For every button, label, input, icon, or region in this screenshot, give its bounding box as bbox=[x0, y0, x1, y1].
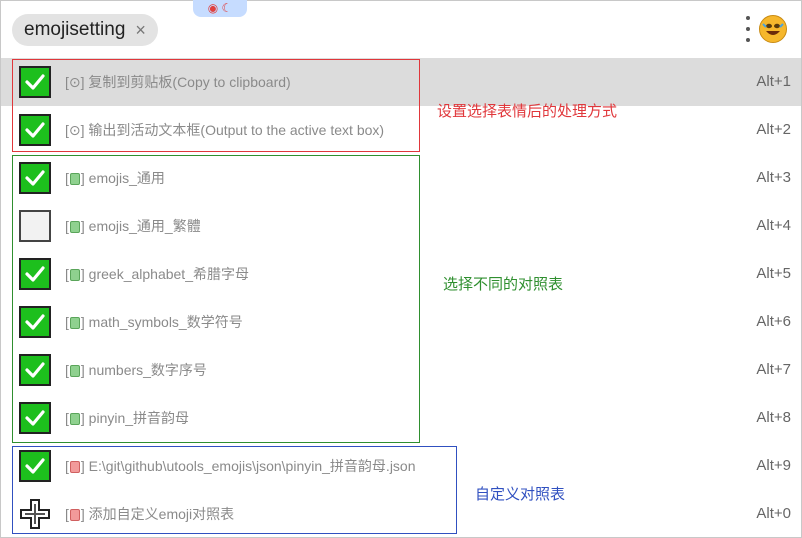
shortcut-hint: Alt+0 bbox=[756, 505, 791, 522]
item-text: 复制到剪贴板(Copy to clipboard) bbox=[84, 74, 291, 90]
item-type-prefix: [ bbox=[65, 266, 69, 282]
item-type-prefix: [⊙] bbox=[65, 74, 85, 90]
shortcut-hint: Alt+7 bbox=[756, 361, 791, 378]
list-item[interactable]: [] math_symbols_数学符号 Alt+6 bbox=[1, 298, 801, 346]
annotation-blue: 自定义对照表 bbox=[475, 486, 566, 503]
shortcut-hint: Alt+1 bbox=[756, 73, 791, 90]
item-type-prefix: [ bbox=[65, 458, 69, 474]
item-text: greek_alphabet_希腊字母 bbox=[84, 266, 249, 282]
top-chip: ◉ ☾ bbox=[193, 0, 247, 17]
list-item-label: [] 添加自定义emoji对照表 bbox=[65, 490, 234, 538]
checkbox-checked[interactable] bbox=[19, 450, 51, 482]
item-text: pinyin_拼音韵母 bbox=[84, 410, 190, 426]
shortcut-hint: Alt+9 bbox=[756, 457, 791, 474]
item-text: emojis_通用_繁體 bbox=[84, 218, 201, 234]
item-type-prefix: [ bbox=[65, 170, 69, 186]
top-chip-text: ◉ ☾ bbox=[207, 1, 233, 15]
plugin-tag[interactable]: emojisetting × bbox=[12, 14, 158, 46]
list-item-label: [⊙] 复制到剪贴板(Copy to clipboard) bbox=[65, 58, 291, 106]
list-item[interactable]: [] emojis_通用 Alt+3 bbox=[1, 154, 801, 202]
checkbox-checked[interactable] bbox=[19, 162, 51, 194]
shortcut-hint: Alt+5 bbox=[756, 265, 791, 282]
item-type-prefix: [ bbox=[65, 362, 69, 378]
checkbox-checked[interactable] bbox=[19, 258, 51, 290]
item-text: emojis_通用 bbox=[84, 170, 165, 186]
close-icon[interactable]: × bbox=[135, 21, 146, 39]
checkbox-checked[interactable] bbox=[19, 114, 51, 146]
book-icon bbox=[69, 509, 80, 521]
shortcut-hint: Alt+4 bbox=[756, 217, 791, 234]
item-text: 输出到活动文本框(Output to the active text box) bbox=[84, 122, 385, 138]
list-item-label: [] emojis_通用_繁體 bbox=[65, 202, 201, 250]
list-item[interactable]: [⊙] 输出到活动文本框(Output to the active text b… bbox=[1, 106, 801, 154]
book-icon bbox=[69, 173, 80, 185]
list-item[interactable]: [] greek_alphabet_希腊字母 Alt+5 bbox=[1, 250, 801, 298]
item-text: E:\git\github\utools_emojis\json\pinyin_… bbox=[84, 458, 416, 474]
options-list: [⊙] 复制到剪贴板(Copy to clipboard) Alt+1 [⊙] 输出… bbox=[1, 58, 801, 538]
list-item[interactable]: [] emojis_通用_繁體 Alt+4 bbox=[1, 202, 801, 250]
list-item-label: [⊙] 输出到活动文本框(Output to the active text b… bbox=[65, 106, 384, 154]
list-item[interactable]: [] 添加自定义emoji对照表 Alt+0 bbox=[1, 490, 801, 538]
annotation-red: 设置选择表情后的处理方式 bbox=[437, 103, 618, 120]
shortcut-hint: Alt+8 bbox=[756, 409, 791, 426]
item-text: math_symbols_数学符号 bbox=[84, 314, 243, 330]
list-item-label: [] numbers_数字序号 bbox=[65, 346, 207, 394]
shortcut-hint: Alt+2 bbox=[756, 121, 791, 138]
avatar[interactable] bbox=[759, 15, 787, 43]
book-icon bbox=[69, 413, 80, 425]
plugin-tag-label: emojisetting bbox=[24, 19, 126, 40]
list-item-label: [] greek_alphabet_希腊字母 bbox=[65, 250, 249, 298]
checkbox-checked[interactable] bbox=[19, 354, 51, 386]
checkbox-checked[interactable] bbox=[19, 66, 51, 98]
checkbox-unchecked[interactable] bbox=[19, 210, 51, 242]
list-item-label: [] pinyin_拼音韵母 bbox=[65, 394, 189, 442]
book-icon bbox=[69, 269, 80, 281]
list-item[interactable]: [] E:\git\github\utools_emojis\json\piny… bbox=[1, 442, 801, 490]
list-item[interactable]: [] numbers_数字序号 Alt+7 bbox=[1, 346, 801, 394]
list-item-label: [] E:\git\github\utools_emojis\json\piny… bbox=[65, 442, 416, 490]
more-menu-icon[interactable] bbox=[743, 16, 753, 42]
item-type-prefix: [ bbox=[65, 410, 69, 426]
item-text: 添加自定义emoji对照表 bbox=[84, 506, 235, 522]
shortcut-hint: Alt+6 bbox=[756, 313, 791, 330]
shortcut-hint: Alt+3 bbox=[756, 169, 791, 186]
checkbox-checked[interactable] bbox=[19, 402, 51, 434]
add-icon[interactable] bbox=[19, 498, 51, 530]
item-type-prefix: [ bbox=[65, 314, 69, 330]
item-type-prefix: [⊙] bbox=[65, 122, 85, 138]
book-icon bbox=[69, 461, 80, 473]
annotation-green: 选择不同的对照表 bbox=[443, 276, 564, 293]
list-item-label: [] emojis_通用 bbox=[65, 154, 165, 202]
item-type-prefix: [ bbox=[65, 218, 69, 234]
item-type-prefix: [ bbox=[65, 506, 69, 522]
item-text: numbers_数字序号 bbox=[84, 362, 207, 378]
list-item[interactable]: [] pinyin_拼音韵母 Alt+8 bbox=[1, 394, 801, 442]
list-item-label: [] math_symbols_数学符号 bbox=[65, 298, 243, 346]
list-item[interactable]: [⊙] 复制到剪贴板(Copy to clipboard) Alt+1 bbox=[1, 58, 801, 106]
book-icon bbox=[69, 317, 80, 329]
checkbox-checked[interactable] bbox=[19, 306, 51, 338]
book-icon bbox=[69, 365, 80, 377]
book-icon bbox=[69, 221, 80, 233]
